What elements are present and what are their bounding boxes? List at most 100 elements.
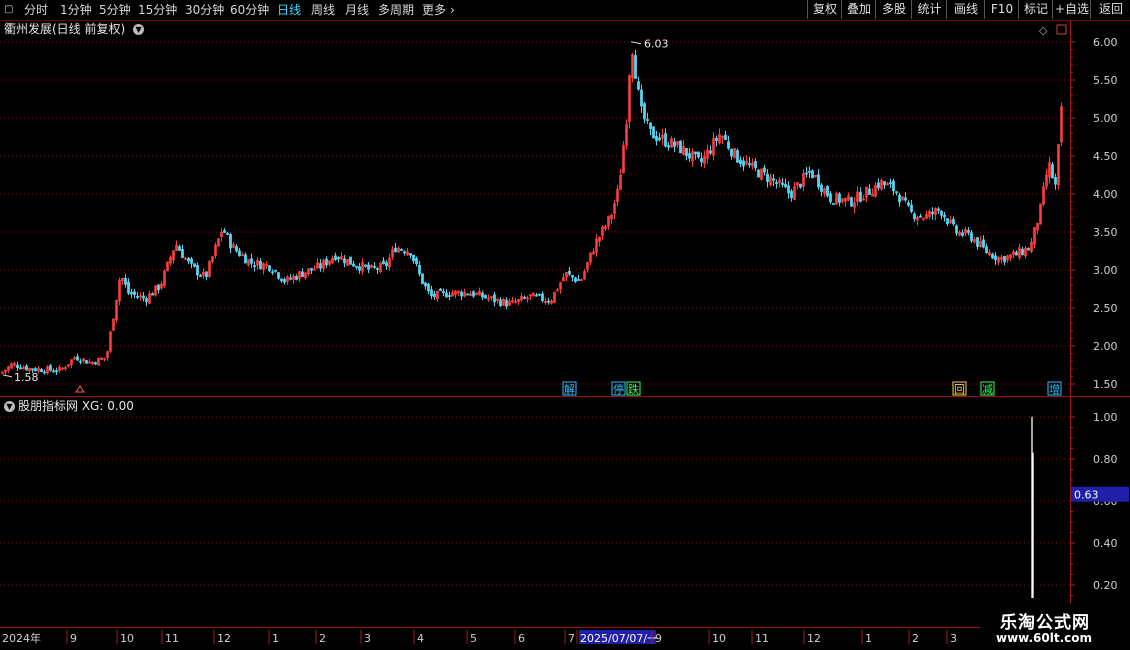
candle-body [49,365,52,371]
candle-body [910,204,913,212]
candle-body [43,371,46,374]
candle-body [976,237,979,247]
candle-body [655,135,658,141]
candle-body [832,203,835,205]
candle-body [325,258,328,266]
candle-body [754,161,757,169]
period-7[interactable]: 周线 [311,1,335,19]
candle-body [367,264,370,270]
candle-body [811,170,814,179]
period-8[interactable]: 月线 [345,1,369,19]
chevron-down-icon[interactable]: ▼ [133,24,145,35]
toolbar-button-5[interactable]: F10 [984,0,1019,19]
candle-body [895,191,898,194]
candle-body [817,174,820,188]
x-tick-label: 12 [217,632,231,645]
candle-body [643,103,646,120]
x-tick-label: 3 [364,632,371,645]
candle-body [805,172,808,175]
indicator-label: 股朋指标网 XG: 0.00 [18,399,134,413]
candle-body [907,202,910,206]
period-0[interactable]: 分时 [24,1,48,19]
candle-body [319,263,322,269]
toolbar-button-2[interactable]: 多股 [875,0,912,19]
candle-body [664,133,667,147]
candle-body [541,293,544,302]
indicator-y-label: 1.00 [1093,411,1118,424]
candle-body [196,264,199,276]
candle-body [991,253,994,259]
event-marker-label: 增 [1049,382,1060,396]
toolbar-button-8[interactable]: 返回 [1090,0,1130,19]
up-arrow-icon [75,385,85,393]
candle-body [646,119,649,121]
indicator-bars [1031,417,1034,598]
candle-body [382,260,385,265]
candle-body [193,263,196,267]
axes [0,20,1130,630]
toolbar-button-7[interactable]: +自选 [1052,0,1091,19]
candle-body [481,292,484,298]
candle-body [337,257,340,260]
period-10[interactable]: 更多 [422,1,446,19]
candle-body [919,215,922,218]
period-2[interactable]: 5分钟 [99,1,131,19]
chevron-right-icon[interactable]: › [450,1,455,19]
candle-body [877,182,880,189]
candle-body [130,291,133,295]
period-5[interactable]: 60分钟 [230,1,269,19]
toolbar-button-4[interactable]: 画线 [946,0,985,19]
indicator-y-label: 0.20 [1093,579,1118,592]
indicator-title-bar[interactable]: ▼ 股朋指标网 XG: 0.00 [4,398,134,414]
candle-body [493,294,496,303]
candle-body [403,251,406,254]
candle-body [577,279,580,281]
x-tick-label: 10 [120,632,134,645]
candle-body [235,246,238,252]
chevron-down-icon[interactable]: ▼ [4,401,15,412]
candle-body [277,272,280,279]
toolbar-button-3[interactable]: 统计 [911,0,947,19]
candle-body [460,291,463,297]
event-marker-label: 停 [613,382,624,396]
candle-body [355,265,358,268]
x-tick-label: 11 [165,632,179,645]
period-1[interactable]: 1分钟 [60,1,92,19]
candle-body [181,248,184,259]
y-tick-label: 3.00 [1093,264,1118,277]
x-tick-label: 2 [319,632,326,645]
period-4[interactable]: 30分钟 [185,1,224,19]
candle-body [430,289,433,297]
candle-body [694,151,697,155]
candle-body [523,297,526,299]
candle-body [946,218,949,225]
candle-body [961,232,964,236]
toolbar-button-0[interactable]: 复权 [807,0,842,19]
candle-body [412,254,415,262]
event-marker-label: 回 [954,383,965,396]
candle-body [238,250,241,257]
x-tick-label: 12 [807,632,821,645]
candle-body [538,293,541,296]
candles [1,49,1063,375]
x-tick-label: 2024年 [2,631,41,645]
toolbar-button-1[interactable]: 叠加 [841,0,876,19]
markers: 解 停跌 回 减 增 [75,381,1062,396]
grid [0,41,1070,586]
watermark-name: 乐淘公式网 [1000,613,1090,633]
x-axis: 2024年 9 10 11 12 1 2 3 4 5 6 7 2025/07/07/一9 10 11 12 1 2… [2,630,957,645]
candle-body [178,246,181,251]
menu-icon[interactable]: ▢ [4,1,13,19]
candle-body [739,159,742,165]
period-6[interactable]: 日线 [277,1,301,19]
chart-title-bar[interactable]: 衢州发展(日线 前复权) ▼ [4,21,147,37]
period-3[interactable]: 15分钟 [138,1,177,19]
kline-chart[interactable]: 6.00 5.50 5.00 4.50 4.00 3.50 3.00 2.50 2.00 1.50… [0,20,1130,650]
candle-body [472,291,475,297]
candle-body [259,260,262,270]
y-tick-label: 2.50 [1093,302,1118,315]
toolbar-button-6[interactable]: 标记 [1018,0,1053,19]
period-9[interactable]: 多周期 [378,1,414,19]
candle-body [808,170,811,173]
candle-body [727,141,730,149]
